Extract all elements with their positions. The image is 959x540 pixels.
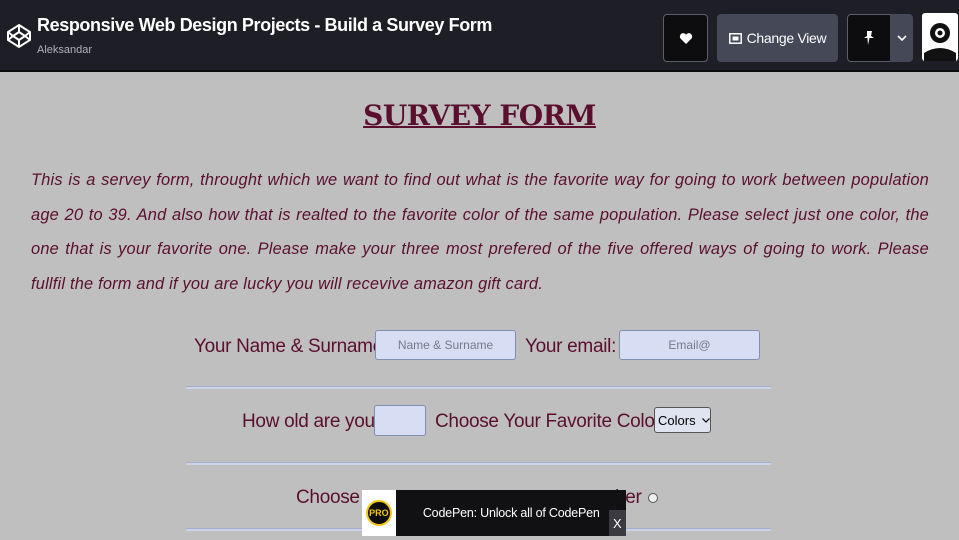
chevron-down-icon bbox=[896, 35, 907, 41]
pin-menu-button[interactable] bbox=[890, 14, 913, 62]
banner-close-button[interactable]: X bbox=[608, 510, 626, 536]
pin-icon bbox=[864, 31, 874, 45]
page-title: SURVEY FORM bbox=[363, 99, 596, 132]
heart-button[interactable] bbox=[663, 14, 708, 62]
email-label: Your email: bbox=[525, 336, 617, 357]
codepen-logo-icon[interactable] bbox=[6, 23, 32, 49]
layout-icon bbox=[728, 32, 742, 44]
top-bar: Responsive Web Design Projects - Build a… bbox=[0, 0, 959, 72]
avatar-icon bbox=[924, 23, 956, 61]
other-radio[interactable] bbox=[648, 493, 658, 503]
pen-title[interactable]: Responsive Web Design Projects - Build a… bbox=[37, 15, 492, 36]
change-view-label: Change View bbox=[746, 30, 827, 46]
banner-text[interactable]: CodePen: Unlock all of CodePen bbox=[423, 506, 609, 520]
pro-badge-icon: PRO bbox=[365, 500, 392, 526]
chevron-down-icon bbox=[701, 417, 710, 423]
heart-icon bbox=[679, 32, 692, 44]
name-label: Your Name & Surname: bbox=[194, 336, 388, 357]
pin-button[interactable] bbox=[847, 14, 891, 62]
pro-badge-area: PRO bbox=[362, 490, 396, 536]
color-select[interactable]: Colors bbox=[654, 407, 711, 433]
age-label: How old are you? bbox=[242, 411, 386, 432]
color-label: Choose Your Favorite Color: bbox=[435, 411, 666, 432]
color-select-value: Colors bbox=[658, 412, 696, 428]
pen-author[interactable]: Aleksandar bbox=[37, 44, 92, 56]
change-view-button[interactable]: Change View bbox=[717, 14, 838, 62]
email-input[interactable] bbox=[619, 330, 760, 360]
user-avatar[interactable] bbox=[922, 13, 958, 61]
name-input[interactable] bbox=[375, 330, 516, 360]
divider bbox=[186, 386, 771, 389]
survey-page: SURVEY FORM This is a servey form, throu… bbox=[0, 72, 959, 540]
intro-paragraph: This is a servey form, throught which we… bbox=[31, 171, 929, 293]
age-input[interactable] bbox=[374, 405, 426, 436]
codepen-pro-banner[interactable]: PRO CodePen: Unlock all of CodePen X bbox=[362, 490, 626, 536]
divider bbox=[186, 462, 771, 465]
